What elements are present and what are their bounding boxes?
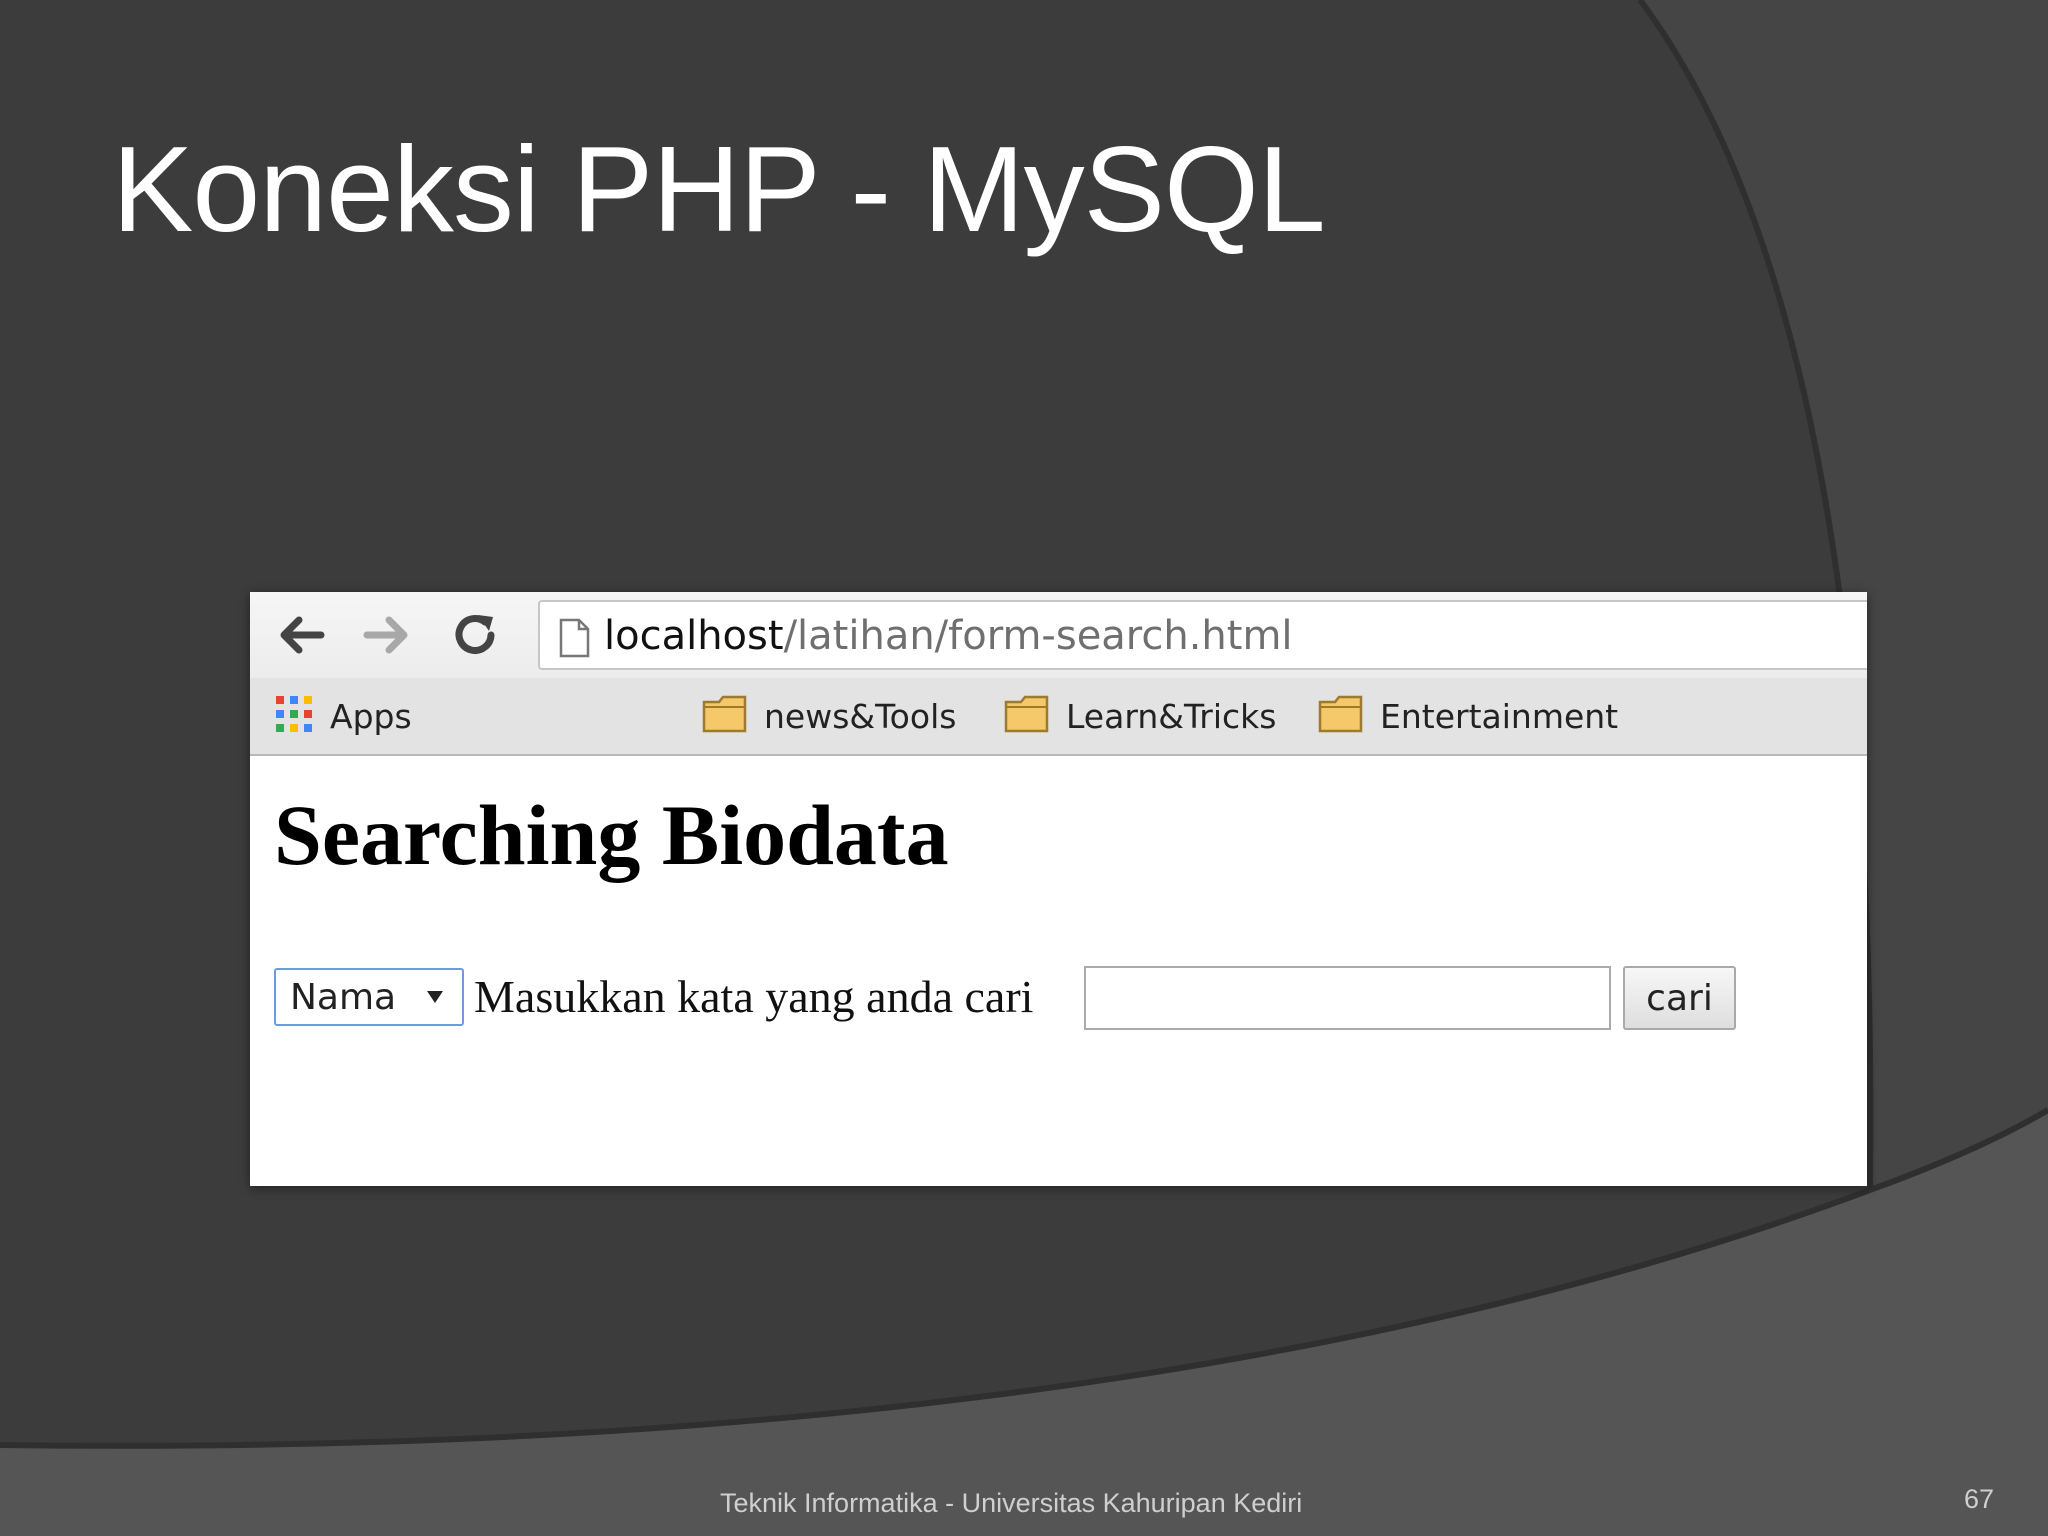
bookmark-label: news&Tools (764, 696, 957, 736)
bookmark-entertainment[interactable]: Entertainment (1318, 692, 1618, 740)
page-content: Searching Biodata Nama Masukkan kata yan… (250, 756, 1867, 1186)
browser-nav-bar: localhost/latihan/form-search.html (250, 592, 1867, 678)
folder-icon (702, 694, 748, 739)
search-button[interactable]: cari (1623, 966, 1736, 1030)
folder-icon (1318, 694, 1364, 739)
search-input[interactable] (1084, 966, 1611, 1030)
search-label: Masukkan kata yang anda cari (474, 971, 1034, 1022)
slide-title: Koneksi PHP - MySQL (112, 121, 1326, 257)
bookmarks-bar: Apps news&Tools Learn&Tricks Entertainme… (250, 678, 1867, 756)
folder-icon (1004, 694, 1050, 739)
url-host: localhost (604, 613, 784, 659)
url-text: localhost/latihan/form-search.html (604, 612, 1293, 660)
field-select-value: Nama (290, 976, 397, 1018)
address-bar[interactable]: localhost/latihan/form-search.html (538, 600, 1867, 670)
bookmark-news-tools[interactable]: news&Tools (702, 692, 956, 740)
caret-down-icon (426, 990, 444, 1009)
slide-page-number: 67 (1964, 1484, 1995, 1514)
field-select[interactable]: Nama (274, 968, 464, 1026)
slide-footer: Teknik Informatika - Universitas Kahurip… (720, 1488, 1303, 1518)
arrow-left-icon[interactable] (272, 606, 330, 664)
url-path: /latihan/form-search.html (783, 613, 1293, 659)
bookmark-learn-tricks[interactable]: Learn&Tricks (1004, 692, 1276, 740)
apps-grid-icon (274, 694, 314, 739)
page-heading: Searching Biodata (274, 787, 949, 883)
bookmark-label: Entertainment (1380, 696, 1619, 736)
bookmark-label: Learn&Tricks (1066, 696, 1277, 736)
arrow-right-icon[interactable] (358, 606, 416, 664)
reload-icon[interactable] (446, 606, 504, 664)
browser-screenshot: localhost/latihan/form-search.html Apps … (250, 592, 1867, 1186)
bookmark-apps[interactable]: Apps (274, 692, 412, 740)
page-icon (558, 618, 590, 663)
bookmark-label: Apps (330, 696, 412, 736)
